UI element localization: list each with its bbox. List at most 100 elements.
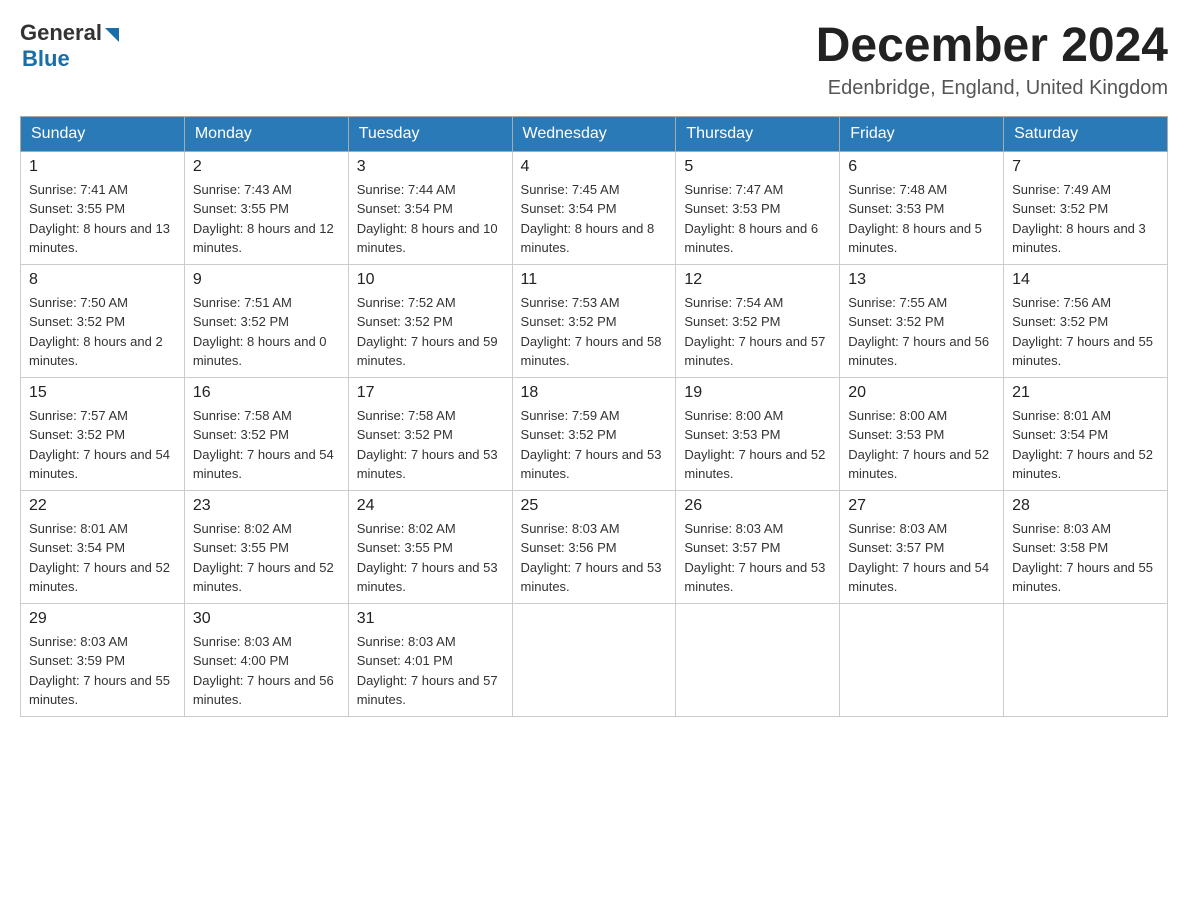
day-number: 19 — [684, 384, 831, 402]
day-number: 12 — [684, 271, 831, 289]
week-row-4: 22 Sunrise: 8:01 AMSunset: 3:54 PMDaylig… — [21, 490, 1168, 603]
day-cell: 23 Sunrise: 8:02 AMSunset: 3:55 PMDaylig… — [184, 490, 348, 603]
day-info: Sunrise: 7:47 AMSunset: 3:53 PMDaylight:… — [684, 180, 831, 258]
day-number: 21 — [1012, 384, 1159, 402]
header-row: SundayMondayTuesdayWednesdayThursdayFrid… — [21, 116, 1168, 151]
day-cell: 14 Sunrise: 7:56 AMSunset: 3:52 PMDaylig… — [1004, 264, 1168, 377]
day-info: Sunrise: 8:03 AMSunset: 4:01 PMDaylight:… — [357, 632, 504, 710]
day-cell: 17 Sunrise: 7:58 AMSunset: 3:52 PMDaylig… — [348, 377, 512, 490]
header-thursday: Thursday — [676, 116, 840, 151]
day-cell: 2 Sunrise: 7:43 AMSunset: 3:55 PMDayligh… — [184, 151, 348, 264]
header-tuesday: Tuesday — [348, 116, 512, 151]
calendar-table: SundayMondayTuesdayWednesdayThursdayFrid… — [20, 116, 1168, 717]
day-info: Sunrise: 7:54 AMSunset: 3:52 PMDaylight:… — [684, 293, 831, 371]
week-row-2: 8 Sunrise: 7:50 AMSunset: 3:52 PMDayligh… — [21, 264, 1168, 377]
day-number: 29 — [29, 610, 176, 628]
day-info: Sunrise: 7:59 AMSunset: 3:52 PMDaylight:… — [521, 406, 668, 484]
day-cell — [512, 603, 676, 716]
day-cell: 13 Sunrise: 7:55 AMSunset: 3:52 PMDaylig… — [840, 264, 1004, 377]
day-cell: 5 Sunrise: 7:47 AMSunset: 3:53 PMDayligh… — [676, 151, 840, 264]
day-cell: 3 Sunrise: 7:44 AMSunset: 3:54 PMDayligh… — [348, 151, 512, 264]
location: Edenbridge, England, United Kingdom — [816, 77, 1168, 100]
day-cell: 28 Sunrise: 8:03 AMSunset: 3:58 PMDaylig… — [1004, 490, 1168, 603]
day-info: Sunrise: 8:00 AMSunset: 3:53 PMDaylight:… — [848, 406, 995, 484]
day-number: 7 — [1012, 158, 1159, 176]
day-number: 3 — [357, 158, 504, 176]
day-number: 1 — [29, 158, 176, 176]
day-number: 4 — [521, 158, 668, 176]
day-info: Sunrise: 8:03 AMSunset: 3:57 PMDaylight:… — [848, 519, 995, 597]
header-wednesday: Wednesday — [512, 116, 676, 151]
day-info: Sunrise: 7:41 AMSunset: 3:55 PMDaylight:… — [29, 180, 176, 258]
day-number: 20 — [848, 384, 995, 402]
day-number: 23 — [193, 497, 340, 515]
day-cell: 4 Sunrise: 7:45 AMSunset: 3:54 PMDayligh… — [512, 151, 676, 264]
day-number: 26 — [684, 497, 831, 515]
day-cell: 25 Sunrise: 8:03 AMSunset: 3:56 PMDaylig… — [512, 490, 676, 603]
day-info: Sunrise: 7:49 AMSunset: 3:52 PMDaylight:… — [1012, 180, 1159, 258]
title-section: December 2024 Edenbridge, England, Unite… — [816, 20, 1168, 100]
day-info: Sunrise: 7:57 AMSunset: 3:52 PMDaylight:… — [29, 406, 176, 484]
day-info: Sunrise: 7:52 AMSunset: 3:52 PMDaylight:… — [357, 293, 504, 371]
day-number: 5 — [684, 158, 831, 176]
day-cell — [840, 603, 1004, 716]
day-number: 22 — [29, 497, 176, 515]
day-info: Sunrise: 7:43 AMSunset: 3:55 PMDaylight:… — [193, 180, 340, 258]
logo-blue-text: Blue — [22, 46, 70, 72]
day-info: Sunrise: 8:00 AMSunset: 3:53 PMDaylight:… — [684, 406, 831, 484]
day-info: Sunrise: 8:02 AMSunset: 3:55 PMDaylight:… — [193, 519, 340, 597]
day-info: Sunrise: 7:50 AMSunset: 3:52 PMDaylight:… — [29, 293, 176, 371]
day-number: 18 — [521, 384, 668, 402]
day-cell: 10 Sunrise: 7:52 AMSunset: 3:52 PMDaylig… — [348, 264, 512, 377]
day-info: Sunrise: 7:48 AMSunset: 3:53 PMDaylight:… — [848, 180, 995, 258]
day-number: 30 — [193, 610, 340, 628]
week-row-1: 1 Sunrise: 7:41 AMSunset: 3:55 PMDayligh… — [21, 151, 1168, 264]
day-number: 10 — [357, 271, 504, 289]
day-info: Sunrise: 8:03 AMSunset: 3:59 PMDaylight:… — [29, 632, 176, 710]
logo-general-text: General — [20, 20, 102, 46]
day-number: 11 — [521, 271, 668, 289]
day-cell: 6 Sunrise: 7:48 AMSunset: 3:53 PMDayligh… — [840, 151, 1004, 264]
logo: General Blue — [20, 20, 119, 72]
day-cell: 7 Sunrise: 7:49 AMSunset: 3:52 PMDayligh… — [1004, 151, 1168, 264]
header-sunday: Sunday — [21, 116, 185, 151]
day-number: 2 — [193, 158, 340, 176]
day-number: 16 — [193, 384, 340, 402]
month-title: December 2024 — [816, 20, 1168, 73]
day-cell — [1004, 603, 1168, 716]
day-cell: 31 Sunrise: 8:03 AMSunset: 4:01 PMDaylig… — [348, 603, 512, 716]
day-number: 31 — [357, 610, 504, 628]
day-cell: 22 Sunrise: 8:01 AMSunset: 3:54 PMDaylig… — [21, 490, 185, 603]
day-cell — [676, 603, 840, 716]
day-cell: 20 Sunrise: 8:00 AMSunset: 3:53 PMDaylig… — [840, 377, 1004, 490]
day-info: Sunrise: 7:56 AMSunset: 3:52 PMDaylight:… — [1012, 293, 1159, 371]
day-cell: 15 Sunrise: 7:57 AMSunset: 3:52 PMDaylig… — [21, 377, 185, 490]
day-number: 27 — [848, 497, 995, 515]
day-cell: 8 Sunrise: 7:50 AMSunset: 3:52 PMDayligh… — [21, 264, 185, 377]
day-cell: 21 Sunrise: 8:01 AMSunset: 3:54 PMDaylig… — [1004, 377, 1168, 490]
day-info: Sunrise: 8:03 AMSunset: 4:00 PMDaylight:… — [193, 632, 340, 710]
day-cell: 16 Sunrise: 7:58 AMSunset: 3:52 PMDaylig… — [184, 377, 348, 490]
header-saturday: Saturday — [1004, 116, 1168, 151]
day-info: Sunrise: 7:55 AMSunset: 3:52 PMDaylight:… — [848, 293, 995, 371]
day-cell: 9 Sunrise: 7:51 AMSunset: 3:52 PMDayligh… — [184, 264, 348, 377]
day-info: Sunrise: 8:03 AMSunset: 3:57 PMDaylight:… — [684, 519, 831, 597]
day-info: Sunrise: 8:01 AMSunset: 3:54 PMDaylight:… — [29, 519, 176, 597]
week-row-5: 29 Sunrise: 8:03 AMSunset: 3:59 PMDaylig… — [21, 603, 1168, 716]
day-cell: 30 Sunrise: 8:03 AMSunset: 4:00 PMDaylig… — [184, 603, 348, 716]
page-header: General Blue December 2024 Edenbridge, E… — [20, 20, 1168, 100]
day-number: 24 — [357, 497, 504, 515]
day-info: Sunrise: 7:45 AMSunset: 3:54 PMDaylight:… — [521, 180, 668, 258]
day-cell: 26 Sunrise: 8:03 AMSunset: 3:57 PMDaylig… — [676, 490, 840, 603]
day-number: 6 — [848, 158, 995, 176]
day-number: 9 — [193, 271, 340, 289]
day-number: 15 — [29, 384, 176, 402]
day-info: Sunrise: 7:51 AMSunset: 3:52 PMDaylight:… — [193, 293, 340, 371]
logo-arrow-icon — [105, 28, 119, 42]
day-cell: 29 Sunrise: 8:03 AMSunset: 3:59 PMDaylig… — [21, 603, 185, 716]
day-number: 13 — [848, 271, 995, 289]
day-info: Sunrise: 7:53 AMSunset: 3:52 PMDaylight:… — [521, 293, 668, 371]
day-number: 28 — [1012, 497, 1159, 515]
header-monday: Monday — [184, 116, 348, 151]
day-cell: 11 Sunrise: 7:53 AMSunset: 3:52 PMDaylig… — [512, 264, 676, 377]
